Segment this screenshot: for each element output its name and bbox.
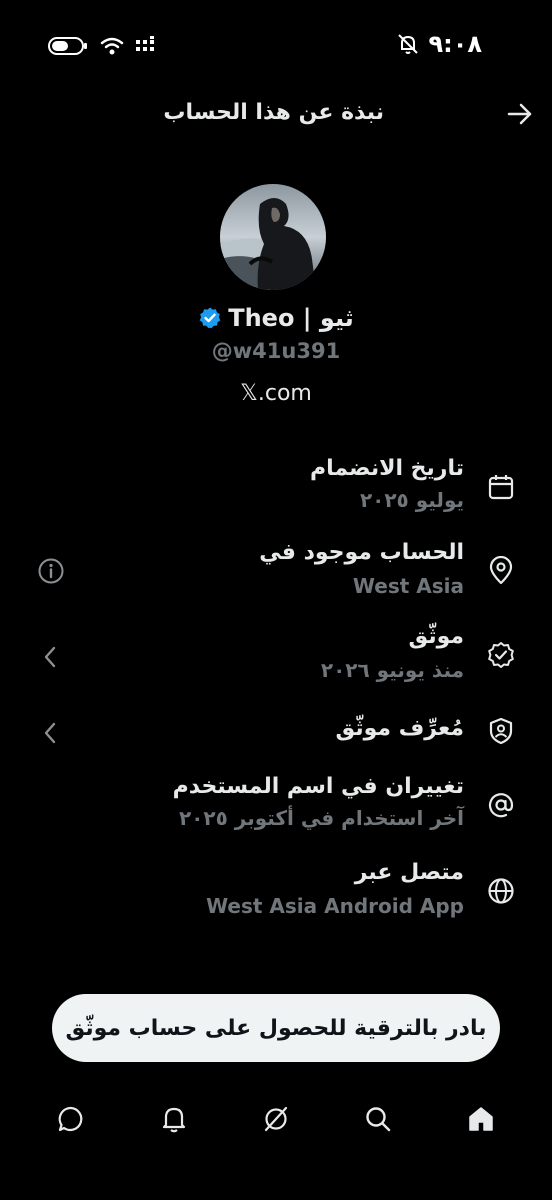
arrow-right-icon (507, 103, 533, 125)
row-verified[interactable]: موثّق منذ يونيو ٢٠٢٦ (0, 624, 552, 688)
location-pin-icon (486, 556, 516, 586)
row-connected-via: متصل عبر West Asia Android App (0, 860, 552, 924)
row-subtitle: West Asia (352, 574, 464, 598)
wifi-icon (100, 36, 124, 56)
bell-muted-icon (396, 32, 420, 56)
chevron-left-icon[interactable] (36, 642, 66, 672)
display-name: ثيو | Theo (228, 304, 354, 332)
row-username-changes: تغييران في اسم المستخدم آخر استخدام في أ… (0, 774, 552, 838)
row-title: تغييران في اسم المستخدم (172, 774, 464, 799)
row-title: متصل عبر (354, 860, 464, 885)
nav-grok[interactable] (256, 1099, 296, 1139)
signal-icon (136, 36, 154, 56)
messages-icon (56, 1104, 86, 1134)
page-title: نبذة عن هذا الحساب (163, 100, 384, 125)
back-button[interactable] (504, 98, 536, 130)
nav-home[interactable] (461, 1099, 501, 1139)
row-title: موثّق (408, 624, 464, 649)
globe-icon (486, 876, 516, 906)
row-subtitle: منذ يونيو ٢٠٢٦ (320, 658, 464, 682)
username-handle: @w41u391 (211, 339, 341, 363)
status-bar-left (48, 36, 154, 56)
row-subtitle: يوليو ٢٠٢٥ (359, 488, 464, 512)
calendar-icon (486, 472, 516, 502)
home-icon (466, 1104, 496, 1134)
info-icon[interactable] (36, 556, 66, 586)
row-title: مُعرِّف موثّق (335, 716, 464, 741)
notifications-icon (159, 1104, 189, 1134)
row-subtitle: آخر استخدام في أكتوبر ٢٠٢٥ (178, 806, 464, 830)
site-label[interactable]: 𝕏.com (0, 381, 552, 406)
avatar[interactable] (220, 184, 326, 290)
battery-icon (48, 36, 88, 56)
at-sign-icon (486, 790, 516, 820)
shield-person-icon (486, 716, 516, 746)
upgrade-verified-button[interactable]: بادر بالترقية للحصول على حساب موثّق (52, 994, 500, 1062)
display-name-row: ثيو | Theo (0, 304, 552, 332)
nav-notifications[interactable] (154, 1099, 194, 1139)
row-title: تاريخ الانضمام (310, 456, 464, 481)
status-time: ٩:٠٨ (428, 30, 482, 58)
status-bar-right: ٩:٠٨ (396, 30, 482, 58)
bottom-nav (0, 1094, 552, 1144)
nav-messages[interactable] (51, 1099, 91, 1139)
row-join-date: تاريخ الانضمام يوليو ٢٠٢٥ (0, 456, 552, 520)
chevron-left-icon[interactable] (36, 718, 66, 748)
row-title: الحساب موجود في (259, 540, 464, 565)
row-subtitle: West Asia Android App (206, 894, 464, 918)
verified-badge-icon (486, 640, 516, 670)
row-account-location[interactable]: الحساب موجود في West Asia (0, 540, 552, 604)
search-icon (363, 1104, 393, 1134)
grok-icon (261, 1104, 291, 1134)
row-verified-id[interactable]: مُعرِّف موثّق (0, 712, 552, 752)
verified-checkmark-icon (198, 306, 222, 330)
nav-search[interactable] (358, 1099, 398, 1139)
